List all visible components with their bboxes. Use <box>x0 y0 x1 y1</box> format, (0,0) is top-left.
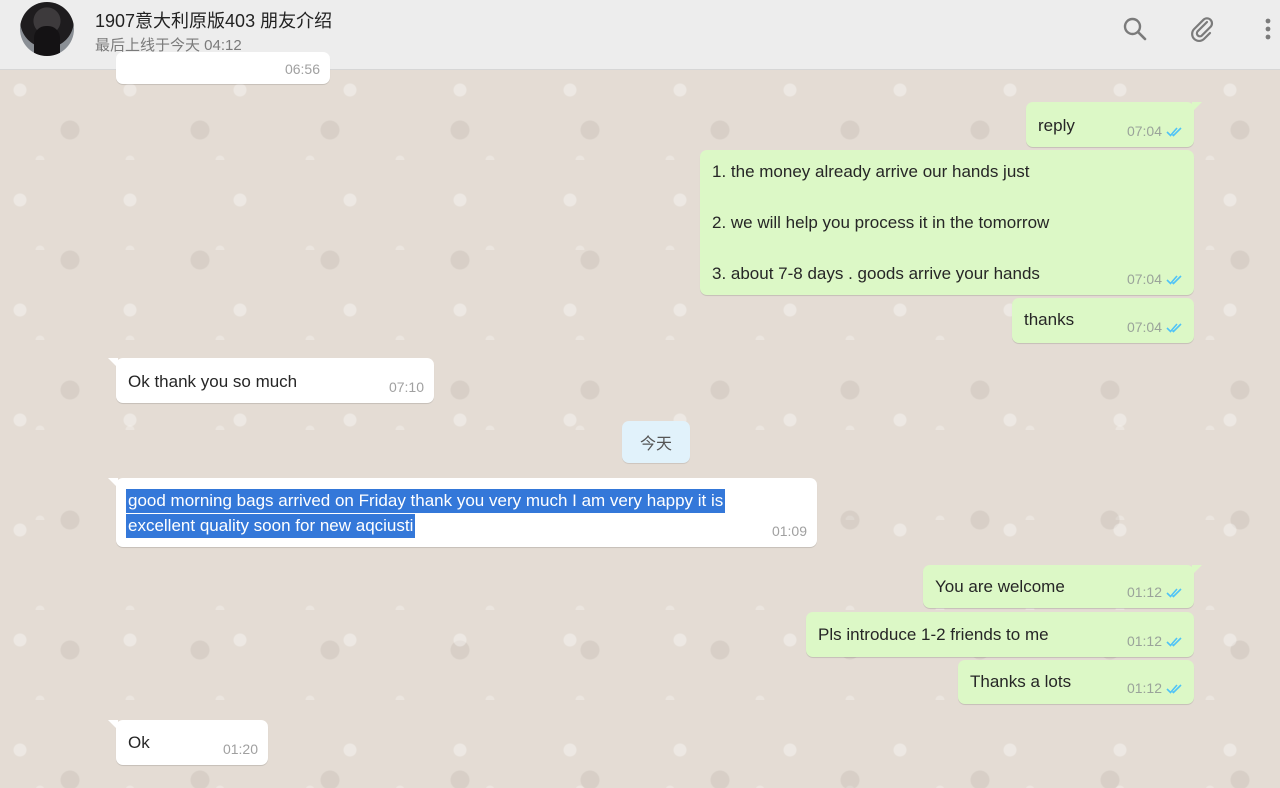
message-time: 01:09 <box>771 523 807 539</box>
message-time: 01:12 <box>1126 633 1162 649</box>
message-outgoing[interactable]: Thanks a lots 01:12 <box>958 660 1194 704</box>
date-divider: 今天 <box>622 421 690 463</box>
message-text: reply <box>1038 116 1075 135</box>
message-line: 3. about 7-8 days . goods arrive your ha… <box>712 264 1040 283</box>
message-meta: 01:09 <box>772 521 807 542</box>
message-outgoing[interactable]: You are welcome 01:12 <box>923 565 1202 608</box>
double-check-icon <box>1166 323 1182 333</box>
message-outgoing[interactable]: reply 07:04 <box>1026 102 1202 147</box>
message-text: Ok thank you so much <box>128 372 298 391</box>
message-meta: 01:12 <box>1127 678 1184 699</box>
message-meta: 01:12 <box>1127 582 1184 603</box>
message-meta: 07:04 <box>1127 317 1184 338</box>
message-incoming[interactable]: good morning bags arrived on Friday than… <box>108 478 817 547</box>
message-meta: 01:12 <box>1127 631 1184 652</box>
double-check-icon <box>1166 684 1182 694</box>
message-text: Thanks a lots <box>970 672 1072 691</box>
message-outgoing[interactable]: 1. the money already arrive our hands ju… <box>700 150 1194 295</box>
message-meta: 07:04 <box>1127 121 1184 142</box>
message-time: 01:20 <box>222 741 258 757</box>
message-line: 1. the money already arrive our hands ju… <box>712 162 1030 181</box>
header-overlay <box>0 0 1280 70</box>
message-text: You are welcome <box>935 577 1065 596</box>
message-meta: 07:04 <box>1127 269 1184 290</box>
message-meta: 07:10 <box>389 377 424 398</box>
double-check-icon <box>1166 275 1182 285</box>
message-incoming[interactable]: Ok thank you so much 07:10 <box>108 358 434 403</box>
message-time: 07:04 <box>1126 319 1162 335</box>
message-line: 2. we will help you process it in the to… <box>712 213 1050 232</box>
message-text: thanks <box>1024 310 1075 329</box>
message-time: 07:10 <box>388 379 424 395</box>
message-text: Ok <box>128 733 150 752</box>
message-text: Pls introduce 1-2 friends to me <box>818 625 1049 644</box>
selected-text-line: good morning bags arrived on Friday than… <box>126 489 726 513</box>
message-incoming[interactable]: Ok 01:20 <box>108 720 268 765</box>
message-outgoing[interactable]: thanks 07:04 <box>1012 298 1194 343</box>
double-check-icon <box>1166 127 1182 137</box>
selected-text-line: excellent quality soon for new aqciusti <box>126 514 416 538</box>
message-time: 01:12 <box>1126 584 1162 600</box>
double-check-icon <box>1166 637 1182 647</box>
message-time: 07:04 <box>1126 271 1162 287</box>
message-time: 07:04 <box>1126 123 1162 139</box>
message-outgoing[interactable]: Pls introduce 1-2 friends to me 01:12 <box>806 612 1194 657</box>
message-meta: 01:20 <box>223 739 258 760</box>
message-time: 01:12 <box>1126 680 1162 696</box>
double-check-icon <box>1166 588 1182 598</box>
